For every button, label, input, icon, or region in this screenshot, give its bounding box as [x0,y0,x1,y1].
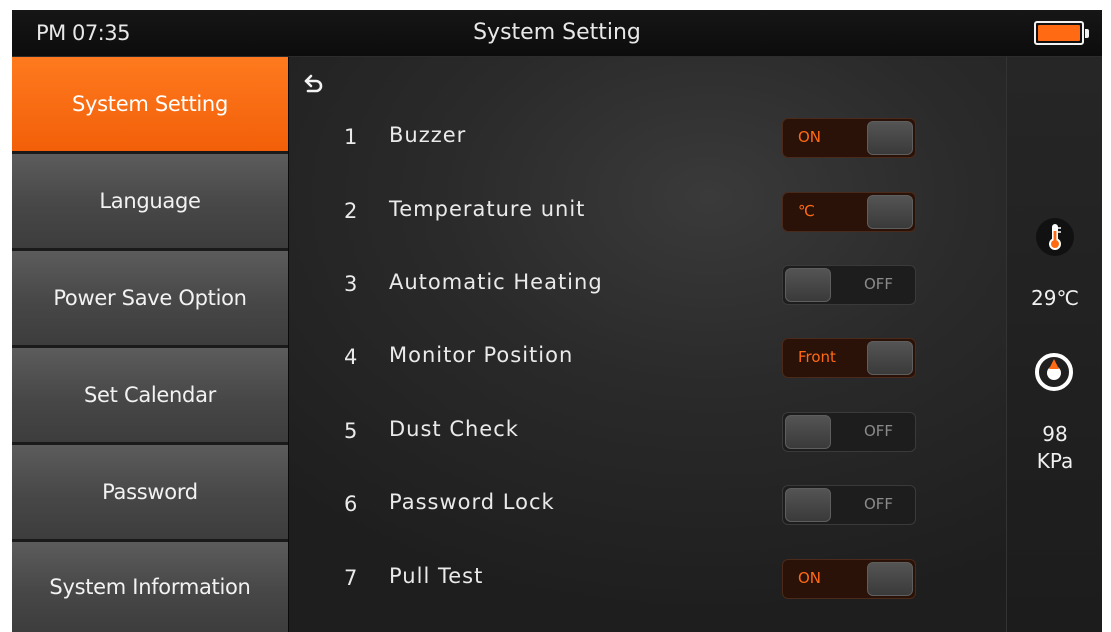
toggle-value: OFF [863,495,893,513]
battery-icon [1034,21,1089,45]
toggle-value: ON [798,569,822,587]
setting-row-temperature-unit: 2 Temperature unit ℃ [289,187,1006,237]
sidebar-item-power-save-option[interactable]: Power Save Option [12,251,288,347]
dust-check-toggle[interactable]: OFF [782,412,916,452]
automatic-heating-toggle[interactable]: OFF [782,265,916,305]
temperature-reading: 29℃ [1031,286,1079,310]
sidebar-item-system-information[interactable]: System Information [12,542,288,632]
sidebar-item-label: Power Save Option [53,286,247,310]
monitor-position-toggle[interactable]: Front [782,338,916,378]
sidebar-item-label: System Information [49,575,251,599]
setting-number: 5 [344,419,358,443]
toggle-knob [867,562,913,596]
sidebar-item-password[interactable]: Password [12,445,288,541]
setting-label: Monitor Position [389,343,574,367]
toggle-value: ℃ [798,202,815,220]
toggle-knob [785,268,831,302]
sidebar-item-set-calendar[interactable]: Set Calendar [12,348,288,444]
status-bar: PM 07:35 System Setting [12,10,1102,57]
setting-number: 1 [344,125,358,149]
setting-number: 4 [344,345,358,369]
sidebar-item-label: System Setting [72,92,228,116]
temperature-unit-toggle[interactable]: ℃ [782,192,916,232]
toggle-knob [867,341,913,375]
setting-row-automatic-heating: 3 Automatic Heating OFF [289,260,1006,310]
toggle-value: OFF [863,275,893,293]
toggle-value: OFF [863,422,893,440]
sidebar-item-label: Set Calendar [84,383,216,407]
setting-row-dust-check: 5 Dust Check OFF [289,407,1006,457]
sidebar-item-system-setting[interactable]: System Setting [12,57,288,153]
setting-label: Temperature unit [389,197,586,221]
setting-row-pull-test: 7 Pull Test ON [289,554,1006,604]
setting-number: 7 [344,566,358,590]
setting-label: Buzzer [389,123,467,147]
toggle-knob [785,415,831,449]
setting-row-monitor-position: 4 Monitor Position Front [289,333,1006,383]
sidebar-item-language[interactable]: Language [12,154,288,250]
toggle-value: Front [798,348,836,366]
setting-label: Pull Test [389,564,484,588]
setting-label: Password Lock [389,490,555,514]
sidebar-item-label: Password [102,480,198,504]
thermometer-icon [1036,218,1074,256]
battery-level [1038,25,1080,41]
setting-row-password-lock: 6 Password Lock OFF [289,480,1006,530]
toggle-knob [785,488,831,522]
pressure-unit: KPa [1036,449,1074,473]
setting-label: Automatic Heating [389,270,603,294]
toggle-knob [867,121,913,155]
settings-panel: 1 Buzzer ON 2 Temperature unit ℃ 3 Autom… [289,57,1006,632]
pressure-gauge-icon [1035,353,1073,391]
buzzer-toggle[interactable]: ON [782,118,916,158]
device-screen: PM 07:35 System Setting System Setting L… [12,10,1102,632]
status-panel: 29℃ 98 KPa [1006,57,1102,632]
toggle-knob [867,195,913,229]
page-title: System Setting [473,20,641,45]
pull-test-toggle[interactable]: ON [782,559,916,599]
pressure-reading: 98 [1042,422,1068,446]
sidebar-item-label: Language [99,189,201,213]
setting-number: 3 [344,272,358,296]
setting-label: Dust Check [389,417,519,441]
toggle-value: ON [798,128,822,146]
setting-number: 2 [344,199,358,223]
password-lock-toggle[interactable]: OFF [782,485,916,525]
sidebar: System Setting Language Power Save Optio… [12,57,289,632]
back-arrow-icon[interactable] [303,73,323,93]
setting-number: 6 [344,492,358,516]
setting-row-buzzer: 1 Buzzer ON [289,113,1006,163]
